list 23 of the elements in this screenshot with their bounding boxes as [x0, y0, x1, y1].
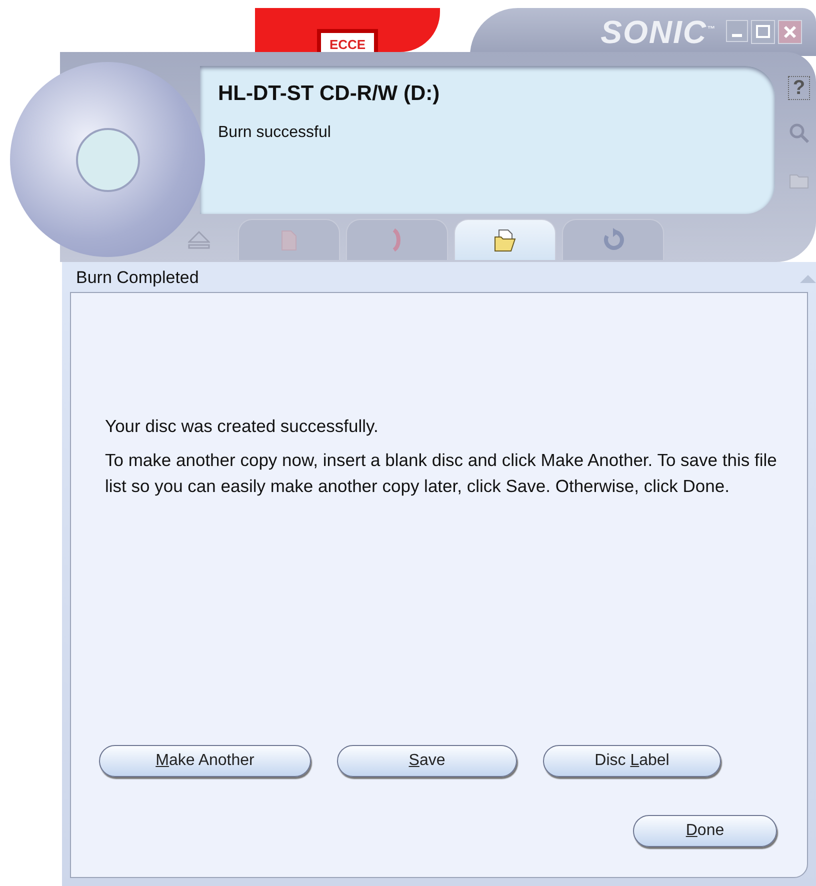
message-text: To make another copy now, insert a blank disc and click Make Another. To save this file list so you can easily make another copy later, click Save. Otherwise, click Done. — [105, 449, 777, 498]
logo-text: ECCE — [317, 29, 378, 52]
maximize-button[interactable] — [751, 20, 775, 44]
tab[interactable] — [454, 219, 556, 260]
action-button[interactable]: Make Another — [99, 745, 311, 777]
scroll-up-icon[interactable] — [800, 273, 816, 283]
circular-arrow-icon — [601, 228, 625, 252]
minimize-button[interactable] — [726, 20, 748, 42]
close-button[interactable] — [778, 20, 802, 44]
status-text: Burn successful — [218, 124, 332, 142]
tab[interactable] — [562, 219, 664, 260]
folder-icon — [493, 228, 517, 252]
curved-stroke-icon — [392, 228, 402, 252]
action-button[interactable]: Disc Label — [543, 745, 721, 777]
drive-name: HL-DT-ST CD-R/W (D:) — [218, 82, 440, 106]
panel-title: Burn Completed — [76, 268, 199, 288]
brand-logo: SONIC$^{™}$ — [600, 14, 716, 50]
minimize-icon — [731, 33, 743, 38]
action-button[interactable]: Save — [337, 745, 517, 777]
search-icon[interactable] — [788, 122, 810, 146]
eject-icon[interactable] — [188, 230, 210, 250]
message-text: Your disc was created successfully. — [105, 415, 380, 438]
done-button[interactable]: Done — [633, 815, 777, 847]
